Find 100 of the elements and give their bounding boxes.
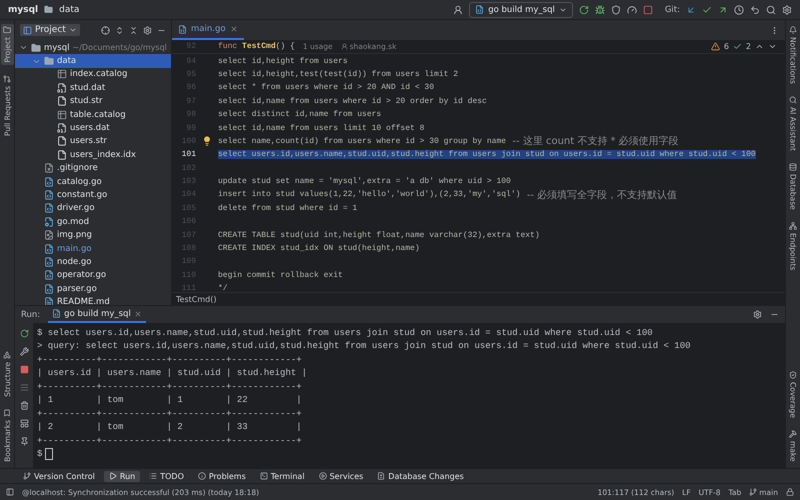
shapes-icon — [3, 351, 11, 360]
file-item[interactable]: operator.go — [15, 268, 171, 282]
file-item[interactable]: img.png — [15, 228, 171, 242]
expand-all-icon[interactable] — [115, 26, 124, 34]
stop-icon[interactable] — [20, 365, 28, 374]
table-file-icon — [57, 69, 67, 80]
tool-window-tab[interactable]: Terminal — [254, 470, 310, 482]
binary-file-icon — [57, 123, 67, 134]
user-icon[interactable] — [453, 4, 464, 14]
shield-icon[interactable] — [610, 4, 621, 14]
code-line: delete from stud where id = 1 — [218, 204, 358, 213]
trash-icon[interactable] — [20, 401, 28, 410]
item-name: users_index.idx — [70, 150, 136, 160]
code-line: select id,height from users — [218, 56, 348, 66]
console-line: $ select users.id,users.name,stud.uid,stud.height from users join stud on users.id = stud.uid where stud.uid < 100 — [37, 328, 653, 338]
file-item[interactable]: index.catalog — [15, 68, 171, 82]
code-file-icon — [44, 244, 54, 254]
rerun-icon[interactable] — [578, 4, 589, 14]
wrench-icon[interactable] — [20, 347, 28, 356]
console-line: +----------+------------+----------+------------+ — [37, 382, 302, 392]
collapse-all-icon[interactable] — [129, 26, 138, 34]
file-item[interactable]: parser.go — [15, 282, 171, 296]
tool-window-tab[interactable]: Problems — [192, 470, 251, 482]
file-item[interactable]: stud.dat — [15, 81, 171, 95]
arrow-up-right-icon[interactable] — [718, 4, 728, 14]
layout-icon[interactable] — [20, 419, 28, 428]
file-item[interactable]: constant.go — [15, 188, 171, 202]
lines-icon[interactable] — [20, 383, 28, 392]
code-file-icon — [475, 5, 484, 14]
tool-window-tab[interactable]: Services — [314, 470, 368, 482]
file-item[interactable]: stud.str — [15, 94, 171, 108]
arrow-down-left-icon[interactable] — [686, 4, 696, 14]
settings-icon[interactable] — [143, 26, 152, 34]
folder-item[interactable]: data — [15, 54, 171, 68]
item-name: main.go — [57, 244, 92, 254]
file-item[interactable]: catalog.go — [15, 174, 171, 188]
file-item[interactable]: users.dat — [15, 121, 171, 135]
file-item[interactable]: users_index.idx — [15, 148, 171, 162]
module-file-icon — [44, 216, 54, 227]
branch-icon — [749, 488, 758, 496]
item-name: .gitignore — [57, 163, 98, 174]
stop-icon[interactable] — [642, 4, 653, 14]
code-line: update stud set name = 'mysql',extra = 'a db' where uid > 100 — [218, 177, 511, 186]
file-item[interactable]: table.catalog — [15, 108, 171, 122]
breadcrumb[interactable]: TestCmd() — [176, 294, 216, 304]
panel-icon[interactable] — [6, 488, 14, 496]
pin-icon[interactable] — [20, 437, 28, 446]
item-name: stud.str — [70, 96, 103, 106]
run-config-tab[interactable]: go build my_sql — [48, 306, 146, 323]
file-item[interactable]: node.go — [15, 255, 171, 269]
console-line: | 1 | tom | 1 | 22 | — [37, 395, 302, 406]
console-line: +----------+------------+----------+------------+ — [37, 436, 302, 446]
file-item[interactable]: users.str — [15, 134, 171, 148]
item-name: constant.go — [57, 190, 108, 200]
folder-item[interactable]: mysql ~/Documents/go/mysql — [15, 41, 171, 54]
item-name: users.dat — [70, 123, 110, 134]
file-item[interactable]: main.go — [15, 242, 171, 256]
tool-window-tab[interactable]: Database Changes — [372, 470, 469, 482]
code-line: select * from users where id > 20 AND id < 30 — [218, 83, 434, 92]
tool-window-tab[interactable]: TODO — [144, 470, 189, 482]
check-icon — [732, 42, 742, 51]
console-prompt: $ — [37, 449, 42, 460]
lock-icon[interactable] — [786, 488, 794, 496]
file-item[interactable]: .gitignore — [15, 162, 171, 175]
folder-name[interactable]: data — [59, 4, 80, 14]
item-name: index.catalog — [70, 69, 128, 80]
chevron-up-icon[interactable] — [755, 42, 764, 51]
chevron-down-icon[interactable] — [768, 42, 777, 51]
run-config-dropdown[interactable]: go build my_sql — [469, 2, 573, 18]
file-item[interactable]: go.mod — [15, 215, 171, 228]
bug-icon[interactable] — [594, 4, 605, 14]
text-cursor[interactable] — [45, 448, 54, 460]
project-view-selector[interactable]: Project — [20, 24, 80, 36]
search-icon[interactable] — [766, 4, 776, 14]
lightbulb-icon[interactable] — [202, 136, 212, 146]
undo-icon[interactable] — [750, 4, 760, 14]
code-line: select name,count(id) from users where id > 30 group by name — [218, 136, 506, 146]
crosshair-icon[interactable] — [101, 26, 110, 34]
project-name[interactable]: mysql — [8, 4, 38, 14]
tool-window-tab[interactable]: Run — [104, 470, 140, 482]
settings-icon[interactable] — [753, 310, 762, 319]
file-item[interactable]: README.md — [15, 295, 171, 309]
console-line: > query: select users.id,users.name,stud.uid,stud.height from users join stud on users.id = stud.uid where stud.uid < 100 — [37, 341, 691, 352]
clock-icon[interactable] — [734, 4, 744, 14]
rerun-icon[interactable] — [20, 329, 28, 338]
hammer-icon — [789, 430, 797, 438]
code-line: select id,name from users limit 10 offset 8 — [218, 124, 424, 133]
settings-icon[interactable] — [782, 4, 792, 14]
code-file-icon — [44, 176, 54, 187]
item-name: driver.go — [57, 203, 95, 214]
item-name: data — [57, 56, 76, 66]
gauge-icon[interactable] — [626, 4, 637, 14]
chevron-down-icon — [68, 26, 77, 34]
code-file-icon — [52, 309, 62, 318]
file-item[interactable]: driver.go — [15, 202, 171, 216]
tool-window-tab[interactable]: Version Control — [18, 470, 100, 482]
pull-request-icon — [3, 74, 11, 83]
git-label: Git: — [664, 4, 680, 14]
check-icon[interactable] — [702, 4, 712, 14]
code-file-icon — [44, 284, 54, 294]
